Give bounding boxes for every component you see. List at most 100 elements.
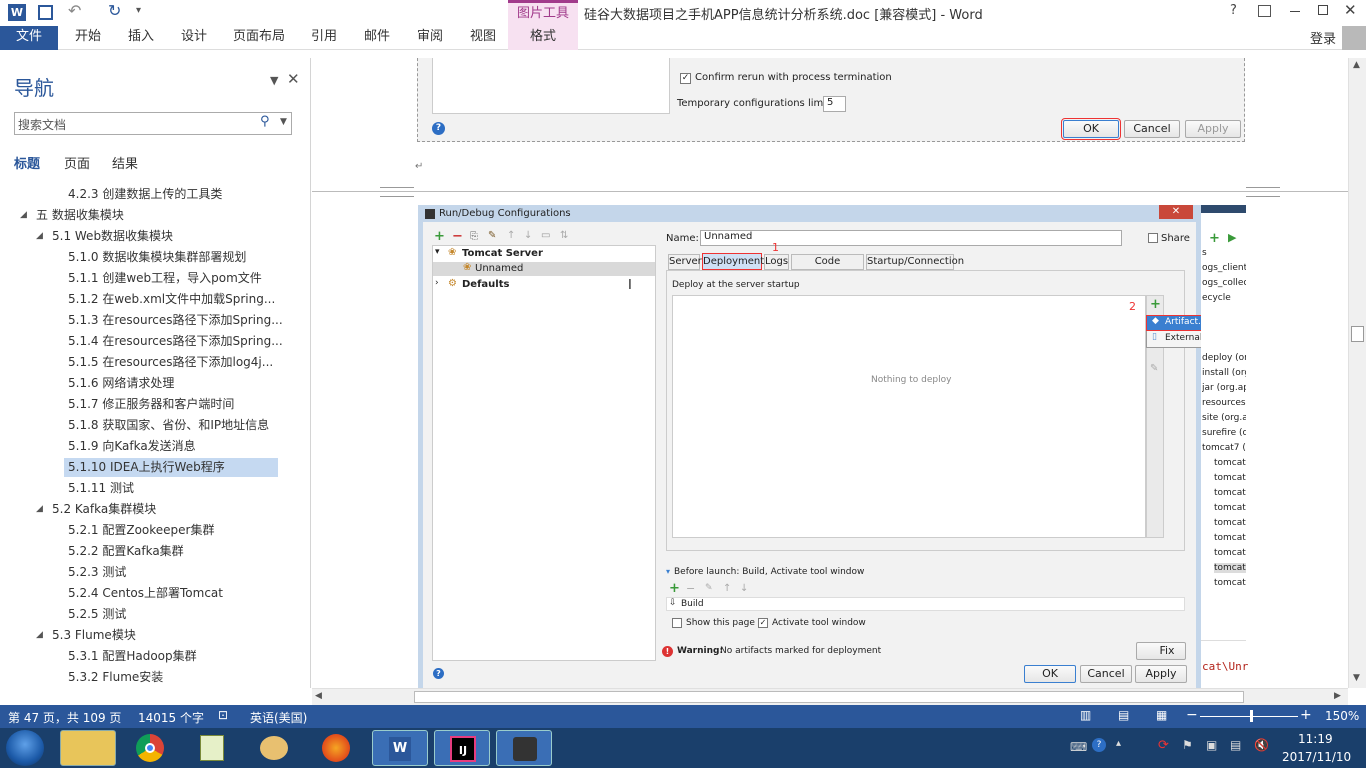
ide-side-list-item[interactable]: s bbox=[1202, 248, 1246, 258]
word-count[interactable]: 14015 个字 bbox=[138, 709, 204, 726]
ide-side-list-item[interactable]: tomcat bbox=[1214, 503, 1246, 513]
tab-server[interactable]: Server bbox=[668, 254, 702, 270]
chart-app-taskbar-icon[interactable] bbox=[186, 730, 238, 766]
page-count[interactable]: 第 47 页，共 109 页 bbox=[8, 709, 121, 726]
ide-side-list-item[interactable]: tomcat bbox=[1214, 518, 1246, 528]
move-up-icon[interactable]: ↑ bbox=[507, 230, 515, 241]
language[interactable]: 英语(美国) bbox=[250, 709, 307, 726]
nav-heading-item[interactable]: 5.1.8 获取国家、省份、和IP地址信息 bbox=[68, 415, 269, 435]
ide-side-list-item[interactable]: tomcat bbox=[1214, 488, 1246, 498]
login-link[interactable]: 登录 bbox=[1310, 28, 1336, 47]
scroll-right-icon[interactable]: ▶ bbox=[1334, 691, 1341, 701]
nav-options-icon[interactable]: ▼ bbox=[270, 74, 278, 87]
tray-icon-flag[interactable]: ⚑ bbox=[1182, 738, 1193, 752]
ide-side-list-item[interactable]: ogs_client bbox=[1202, 263, 1246, 273]
before-add-icon[interactable]: + bbox=[669, 581, 680, 596]
print-layout-icon[interactable]: ▤ bbox=[1118, 708, 1129, 722]
nav-heading-item[interactable]: 5.3.2 Flume安装 bbox=[68, 667, 163, 687]
ide-side-list-item[interactable]: tomcat bbox=[1214, 458, 1246, 468]
show-page-checkbox[interactable] bbox=[672, 618, 682, 628]
run-debug-dialog-image[interactable]: Run/Debug Configurations ✕ + − ⎘ ✎ ↑ ↓ ▭… bbox=[418, 205, 1248, 688]
ide-side-list-item[interactable]: resources bbox=[1202, 398, 1246, 408]
help-icon[interactable]: ? bbox=[432, 122, 445, 135]
chrome-taskbar-icon[interactable] bbox=[124, 730, 176, 766]
firefox-taskbar-icon[interactable] bbox=[310, 730, 362, 766]
tab-review[interactable]: 审阅 bbox=[410, 26, 450, 50]
ide-add-icon[interactable]: + bbox=[1209, 231, 1220, 246]
nav-heading-item[interactable]: 5.2.2 配置Kafka集群 bbox=[68, 541, 184, 561]
dialog-apply-button[interactable]: Apply bbox=[1135, 665, 1187, 683]
clock-date[interactable]: 2017/11/10 bbox=[1282, 750, 1351, 764]
start-button[interactable] bbox=[6, 730, 44, 766]
ide-side-list-item[interactable]: tomcat bbox=[1214, 548, 1246, 558]
tab-insert[interactable]: 插入 bbox=[121, 26, 161, 50]
ide-side-list-item[interactable]: deploy (or bbox=[1202, 353, 1246, 363]
nav-search-box[interactable]: 搜索文档 ⚲ ▼ bbox=[14, 112, 292, 135]
nav-heading-item[interactable]: 5.2.5 测试 bbox=[68, 604, 126, 624]
build-task[interactable]: Build bbox=[681, 599, 704, 609]
top-ok-button[interactable]: OK bbox=[1061, 118, 1121, 140]
ide-side-list-item[interactable]: tomcat7 (c bbox=[1202, 443, 1246, 453]
dialog-ok-button[interactable]: OK bbox=[1024, 665, 1076, 683]
edit-artifact-icon[interactable]: ✎ bbox=[1150, 363, 1158, 374]
zoom-level[interactable]: 150% bbox=[1325, 709, 1359, 723]
dialog-help-icon[interactable]: ? bbox=[433, 668, 444, 679]
ide-side-list-item[interactable]: tomcat bbox=[1214, 578, 1246, 588]
copy-config-icon[interactable]: ⎘ bbox=[470, 231, 478, 242]
nav-heading-item[interactable]: 5.1.0 数据收集模块集群部署规划 bbox=[68, 247, 246, 267]
scroll-left-icon[interactable]: ◀ bbox=[315, 691, 322, 701]
scroll-thumb[interactable] bbox=[1351, 326, 1364, 342]
horizontal-scrollbar[interactable]: ◀ ▶ bbox=[312, 688, 1348, 705]
nav-heading-item[interactable]: 5.1 Web数据收集模块 bbox=[52, 226, 173, 246]
close-button[interactable]: ✕ bbox=[1344, 1, 1357, 19]
ide-side-list-item[interactable]: ecycle bbox=[1202, 293, 1246, 303]
search-icon[interactable]: ⚲ bbox=[260, 114, 270, 129]
before-launch-expander[interactable]: ▾ bbox=[666, 567, 670, 576]
word-icon[interactable]: W bbox=[8, 4, 26, 21]
proofing-icon[interactable]: ⊡ bbox=[218, 708, 228, 722]
nav-tab-pages[interactable]: 页面 bbox=[64, 153, 90, 172]
ide-side-list-item[interactable]: ogs_collect_ bbox=[1202, 278, 1246, 288]
dialog-cancel-button[interactable]: Cancel bbox=[1080, 665, 1132, 683]
restore-button[interactable] bbox=[1318, 5, 1328, 15]
paint-taskbar-icon[interactable] bbox=[248, 730, 300, 766]
tab-design[interactable]: 设计 bbox=[174, 26, 214, 50]
tray-icon-red[interactable]: ⟳ bbox=[1158, 738, 1169, 753]
web-layout-icon[interactable]: ▦ bbox=[1156, 708, 1167, 722]
tree-defaults[interactable]: Defaults bbox=[462, 279, 509, 290]
nav-tab-results[interactable]: 结果 bbox=[112, 153, 138, 172]
zoom-out-icon[interactable]: − bbox=[1186, 707, 1198, 723]
before-remove-icon[interactable]: − bbox=[686, 582, 695, 595]
ide-side-list-item[interactable]: install (org bbox=[1202, 368, 1246, 378]
top-cancel-button[interactable]: Cancel bbox=[1124, 120, 1180, 138]
help-tray-icon[interactable]: ? bbox=[1092, 738, 1106, 752]
tab-code-coverage[interactable]: Code Coverage bbox=[791, 254, 864, 281]
ide-side-list-item[interactable]: tomcat bbox=[1214, 533, 1246, 543]
nav-close-icon[interactable]: ✕ bbox=[287, 70, 300, 88]
nav-collapse-icon[interactable]: ◢ bbox=[36, 625, 43, 645]
temp-limit-input[interactable]: 5 bbox=[823, 96, 846, 112]
ide-run-icon[interactable]: ▶ bbox=[1228, 231, 1236, 244]
nav-heading-item[interactable]: 5.2 Kafka集群模块 bbox=[52, 499, 156, 519]
add-config-icon[interactable]: + bbox=[434, 229, 445, 244]
before-edit-icon[interactable]: ✎ bbox=[705, 583, 713, 593]
nav-heading-item[interactable]: 5.1.5 在resources路径下添加log4j... bbox=[68, 352, 273, 372]
intellij-taskbar-icon[interactable]: IJ bbox=[434, 730, 490, 766]
scroll-up-icon[interactable]: ▲ bbox=[1353, 60, 1360, 70]
ide-side-list-item[interactable]: tomcat bbox=[1214, 473, 1246, 483]
ide-side-list-item[interactable]: jar (org.ap bbox=[1202, 383, 1246, 393]
defaults-expand-icon[interactable]: › bbox=[435, 278, 439, 288]
tab-references[interactable]: 引用 bbox=[304, 26, 344, 50]
nav-heading-item[interactable]: 5.1.10 IDEA上执行Web程序 bbox=[68, 457, 225, 477]
nav-heading-item[interactable]: 5.1.11 测试 bbox=[68, 478, 134, 498]
ide-side-list-item[interactable]: surefire (o bbox=[1202, 428, 1246, 438]
folder-icon[interactable]: ▭ bbox=[541, 230, 550, 241]
ide-side-list-item[interactable]: site (org.a bbox=[1202, 413, 1246, 423]
tab-view[interactable]: 视图 bbox=[463, 26, 503, 50]
top-apply-button[interactable]: Apply bbox=[1185, 120, 1241, 138]
share-checkbox[interactable] bbox=[1148, 233, 1158, 243]
clock-time[interactable]: 11:19 bbox=[1298, 732, 1333, 746]
zoom-slider-track[interactable] bbox=[1200, 716, 1298, 717]
tree-unnamed[interactable]: Unnamed bbox=[475, 263, 523, 274]
minimize-button[interactable] bbox=[1290, 11, 1300, 12]
